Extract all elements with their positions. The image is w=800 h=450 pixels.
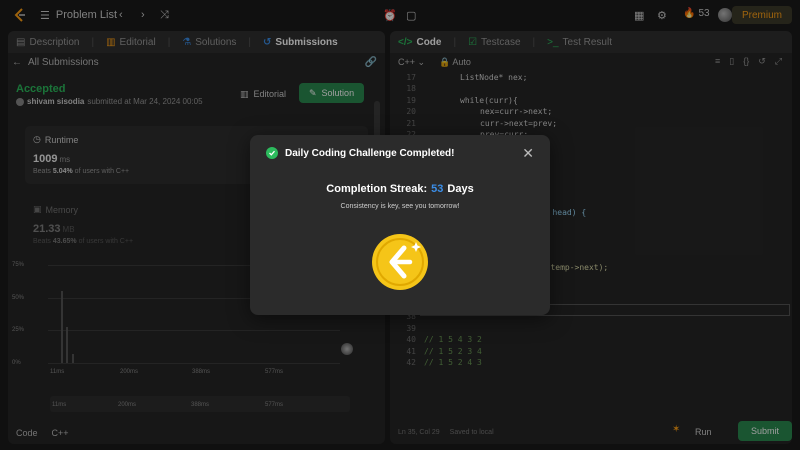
modal-header: Daily Coding Challenge Completed! — [266, 147, 454, 159]
close-icon[interactable]: ✕ — [522, 145, 534, 162]
streak-suffix: Days — [447, 183, 474, 195]
streak-number: 53 — [431, 183, 444, 195]
modal-subtitle: Consistency is key, see you tomorrow! — [340, 203, 460, 210]
check-circle-icon — [266, 147, 278, 159]
completion-streak: Completion Streak: 53 Days — [250, 183, 550, 195]
streak-prefix: Completion Streak: — [326, 183, 428, 195]
modal-title: Daily Coding Challenge Completed! — [285, 147, 455, 159]
daily-challenge-modal: Daily Coding Challenge Completed! ✕ Comp… — [250, 135, 550, 315]
gold-coin-icon — [372, 234, 428, 290]
